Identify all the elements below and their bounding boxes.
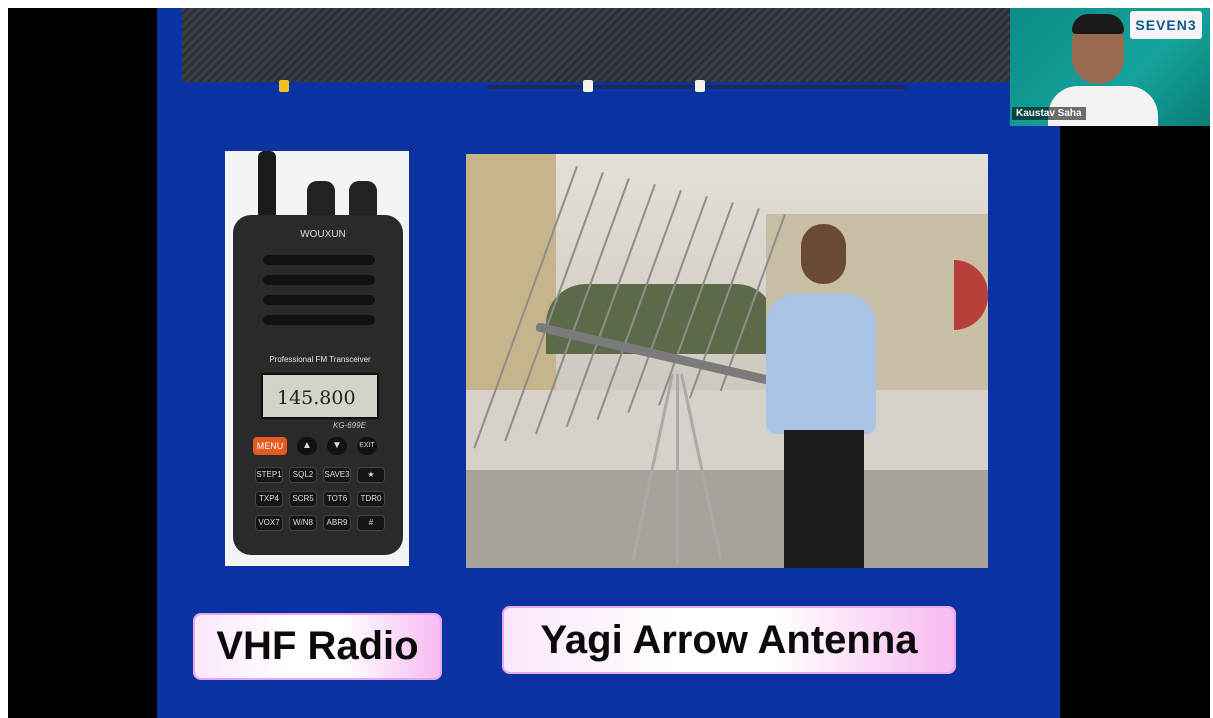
radio-key: SCR5: [289, 491, 317, 507]
participant-hair: [1072, 14, 1124, 34]
yagi-antenna-label: Yagi Arrow Antenna: [502, 606, 956, 674]
participant-shirt: [1048, 86, 1158, 126]
banner-tick-marker: [279, 80, 289, 92]
vhf-radio-photo: WOUXUN Professional FM Transceiver 145.8…: [225, 151, 409, 566]
radio-menu-key: MENU: [253, 437, 287, 455]
radio-model: KG-699E: [333, 421, 366, 430]
radio-key: ABR9: [323, 515, 351, 531]
photo-wall: [466, 154, 556, 404]
radio-exit-key: EXIT: [357, 437, 377, 455]
radio-brand: WOUXUN: [300, 229, 346, 240]
yagi-antenna-photo: [466, 154, 988, 568]
radio-keypad: STEP1 SQL2 SAVE3 ★ TXP4 SCR5 TOT6 TDR0 V…: [255, 467, 385, 531]
tripod-leg: [676, 374, 679, 564]
photo-parapet: [466, 390, 988, 470]
radio-lcd-display: 145.800: [261, 373, 379, 419]
radio-key: TOT6: [323, 491, 351, 507]
presentation-slide: WOUXUN Professional FM Transceiver 145.8…: [157, 8, 1060, 718]
radio-key: TDR0: [357, 491, 385, 507]
radio-key: VOX7: [255, 515, 283, 531]
radio-key: #: [357, 515, 385, 531]
banner-tick-marker: [583, 80, 593, 92]
man-head: [801, 224, 846, 284]
radio-key: ★: [357, 467, 385, 483]
down-arrow-icon: ▼: [327, 437, 347, 455]
banner-tick-marker: [695, 80, 705, 92]
radio-key: W/N8: [289, 515, 317, 531]
radio-key: SAVE3: [323, 467, 351, 483]
radio-key: STEP1: [255, 467, 283, 483]
participant-video-tile[interactable]: SEVEN3 Kaustav Saha: [1010, 8, 1210, 126]
radio-speaker-slot: [263, 295, 375, 305]
man-trousers: [784, 430, 864, 568]
participant-name: Kaustav Saha: [1012, 107, 1086, 120]
photo-roof: [466, 470, 988, 568]
radio-speaker-slot: [263, 275, 375, 285]
man-shirt: [766, 294, 876, 434]
radio-subtitle: Professional FM Transceiver: [269, 355, 371, 364]
radio-speaker-slot: [263, 255, 375, 265]
radio-key: SQL2: [289, 467, 317, 483]
vhf-radio-label: VHF Radio: [193, 613, 442, 680]
up-arrow-icon: ▲: [297, 437, 317, 455]
slide-top-banner: [182, 8, 1060, 82]
radio-key: TXP4: [255, 491, 283, 507]
radio-body: WOUXUN Professional FM Transceiver 145.8…: [233, 215, 403, 555]
seven3-logo: SEVEN3: [1130, 11, 1202, 39]
radio-speaker-slot: [263, 315, 375, 325]
